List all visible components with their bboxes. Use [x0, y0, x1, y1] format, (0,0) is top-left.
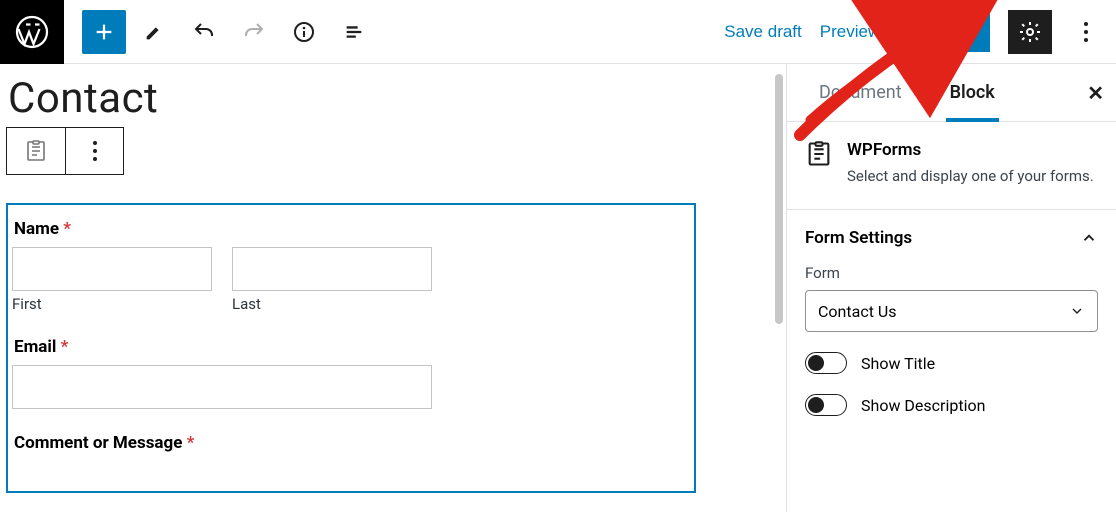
add-block-button[interactable] — [82, 10, 126, 54]
wordpress-logo[interactable] — [0, 0, 64, 64]
form-icon — [805, 140, 833, 168]
toolbar-left-group — [64, 10, 376, 54]
editor-body: Contact Name * First Last — [0, 64, 1116, 512]
toggle-show-title[interactable]: Show Title — [805, 352, 1098, 374]
gear-icon — [1018, 20, 1042, 44]
chevron-down-icon — [1069, 303, 1085, 319]
dot-icon — [1084, 22, 1088, 26]
form-icon — [24, 139, 48, 163]
publish-button[interactable]: Publish — [898, 12, 990, 52]
first-name-sublabel: First — [12, 295, 212, 313]
tab-block[interactable]: Block — [950, 82, 995, 103]
form-select[interactable]: Contact Us — [805, 290, 1098, 332]
settings-sidebar: Document Block ✕ WPForms Select and disp… — [786, 64, 1116, 512]
save-draft-button[interactable]: Save draft — [724, 22, 802, 42]
block-more-button[interactable] — [65, 128, 123, 174]
field-comment: Comment or Message * — [12, 433, 690, 453]
form-settings-header[interactable]: Form Settings — [787, 210, 1116, 256]
outline-button[interactable] — [332, 10, 376, 54]
wordpress-icon — [14, 14, 50, 50]
chevron-up-icon — [1080, 229, 1098, 247]
undo-button[interactable] — [182, 10, 226, 54]
field-name: Name * First Last — [12, 219, 690, 313]
plus-icon — [93, 21, 115, 43]
redo-icon — [242, 20, 266, 44]
info-button[interactable] — [282, 10, 326, 54]
toggle-show-description[interactable]: Show Description — [805, 394, 1098, 416]
page-title[interactable]: Contact — [8, 74, 786, 123]
preview-button[interactable]: Preview — [820, 22, 880, 42]
tab-document[interactable]: Document — [819, 82, 902, 103]
block-info-section: WPForms Select and display one of your f… — [787, 122, 1116, 210]
email-input[interactable] — [12, 365, 432, 409]
dot-icon — [1084, 38, 1088, 42]
sidebar-tabs: Document Block ✕ — [787, 64, 1116, 122]
toolbar-right-group: Save draft Preview Publish — [724, 10, 1116, 54]
block-name: WPForms — [847, 140, 1094, 160]
toggle-switch[interactable] — [805, 352, 847, 374]
last-name-sublabel: Last — [232, 295, 432, 313]
redo-button[interactable] — [232, 10, 276, 54]
editor-toolbar: Save draft Preview Publish — [0, 0, 1116, 64]
field-label: Name * — [14, 219, 690, 239]
settings-button[interactable] — [1008, 10, 1052, 54]
undo-icon — [192, 20, 216, 44]
form-select-label: Form — [805, 264, 1098, 282]
form-settings-panel: Form Contact Us Show Title Show Descript… — [787, 256, 1116, 438]
list-icon — [343, 21, 365, 43]
field-email: Email * — [12, 337, 690, 409]
last-name-input[interactable] — [232, 247, 432, 291]
field-label: Email * — [14, 337, 690, 357]
block-type-button[interactable] — [7, 128, 65, 174]
form-block[interactable]: Name * First Last Email * Comment — [6, 203, 696, 493]
info-icon — [292, 20, 316, 44]
field-label: Comment or Message * — [14, 433, 690, 453]
block-description: Select and display one of your forms. — [847, 166, 1094, 187]
scrollbar[interactable] — [775, 74, 783, 324]
close-sidebar-button[interactable]: ✕ — [1087, 81, 1104, 105]
toggle-switch[interactable] — [805, 394, 847, 416]
edit-mode-button[interactable] — [132, 10, 176, 54]
toggle-label: Show Title — [861, 354, 935, 373]
editor-canvas[interactable]: Contact Name * First Last — [0, 64, 786, 512]
dot-icon — [1084, 30, 1088, 34]
first-name-input[interactable] — [12, 247, 212, 291]
pencil-icon — [143, 21, 165, 43]
more-options-button[interactable] — [1070, 10, 1102, 54]
block-toolbar — [6, 127, 124, 175]
toggle-label: Show Description — [861, 396, 985, 415]
